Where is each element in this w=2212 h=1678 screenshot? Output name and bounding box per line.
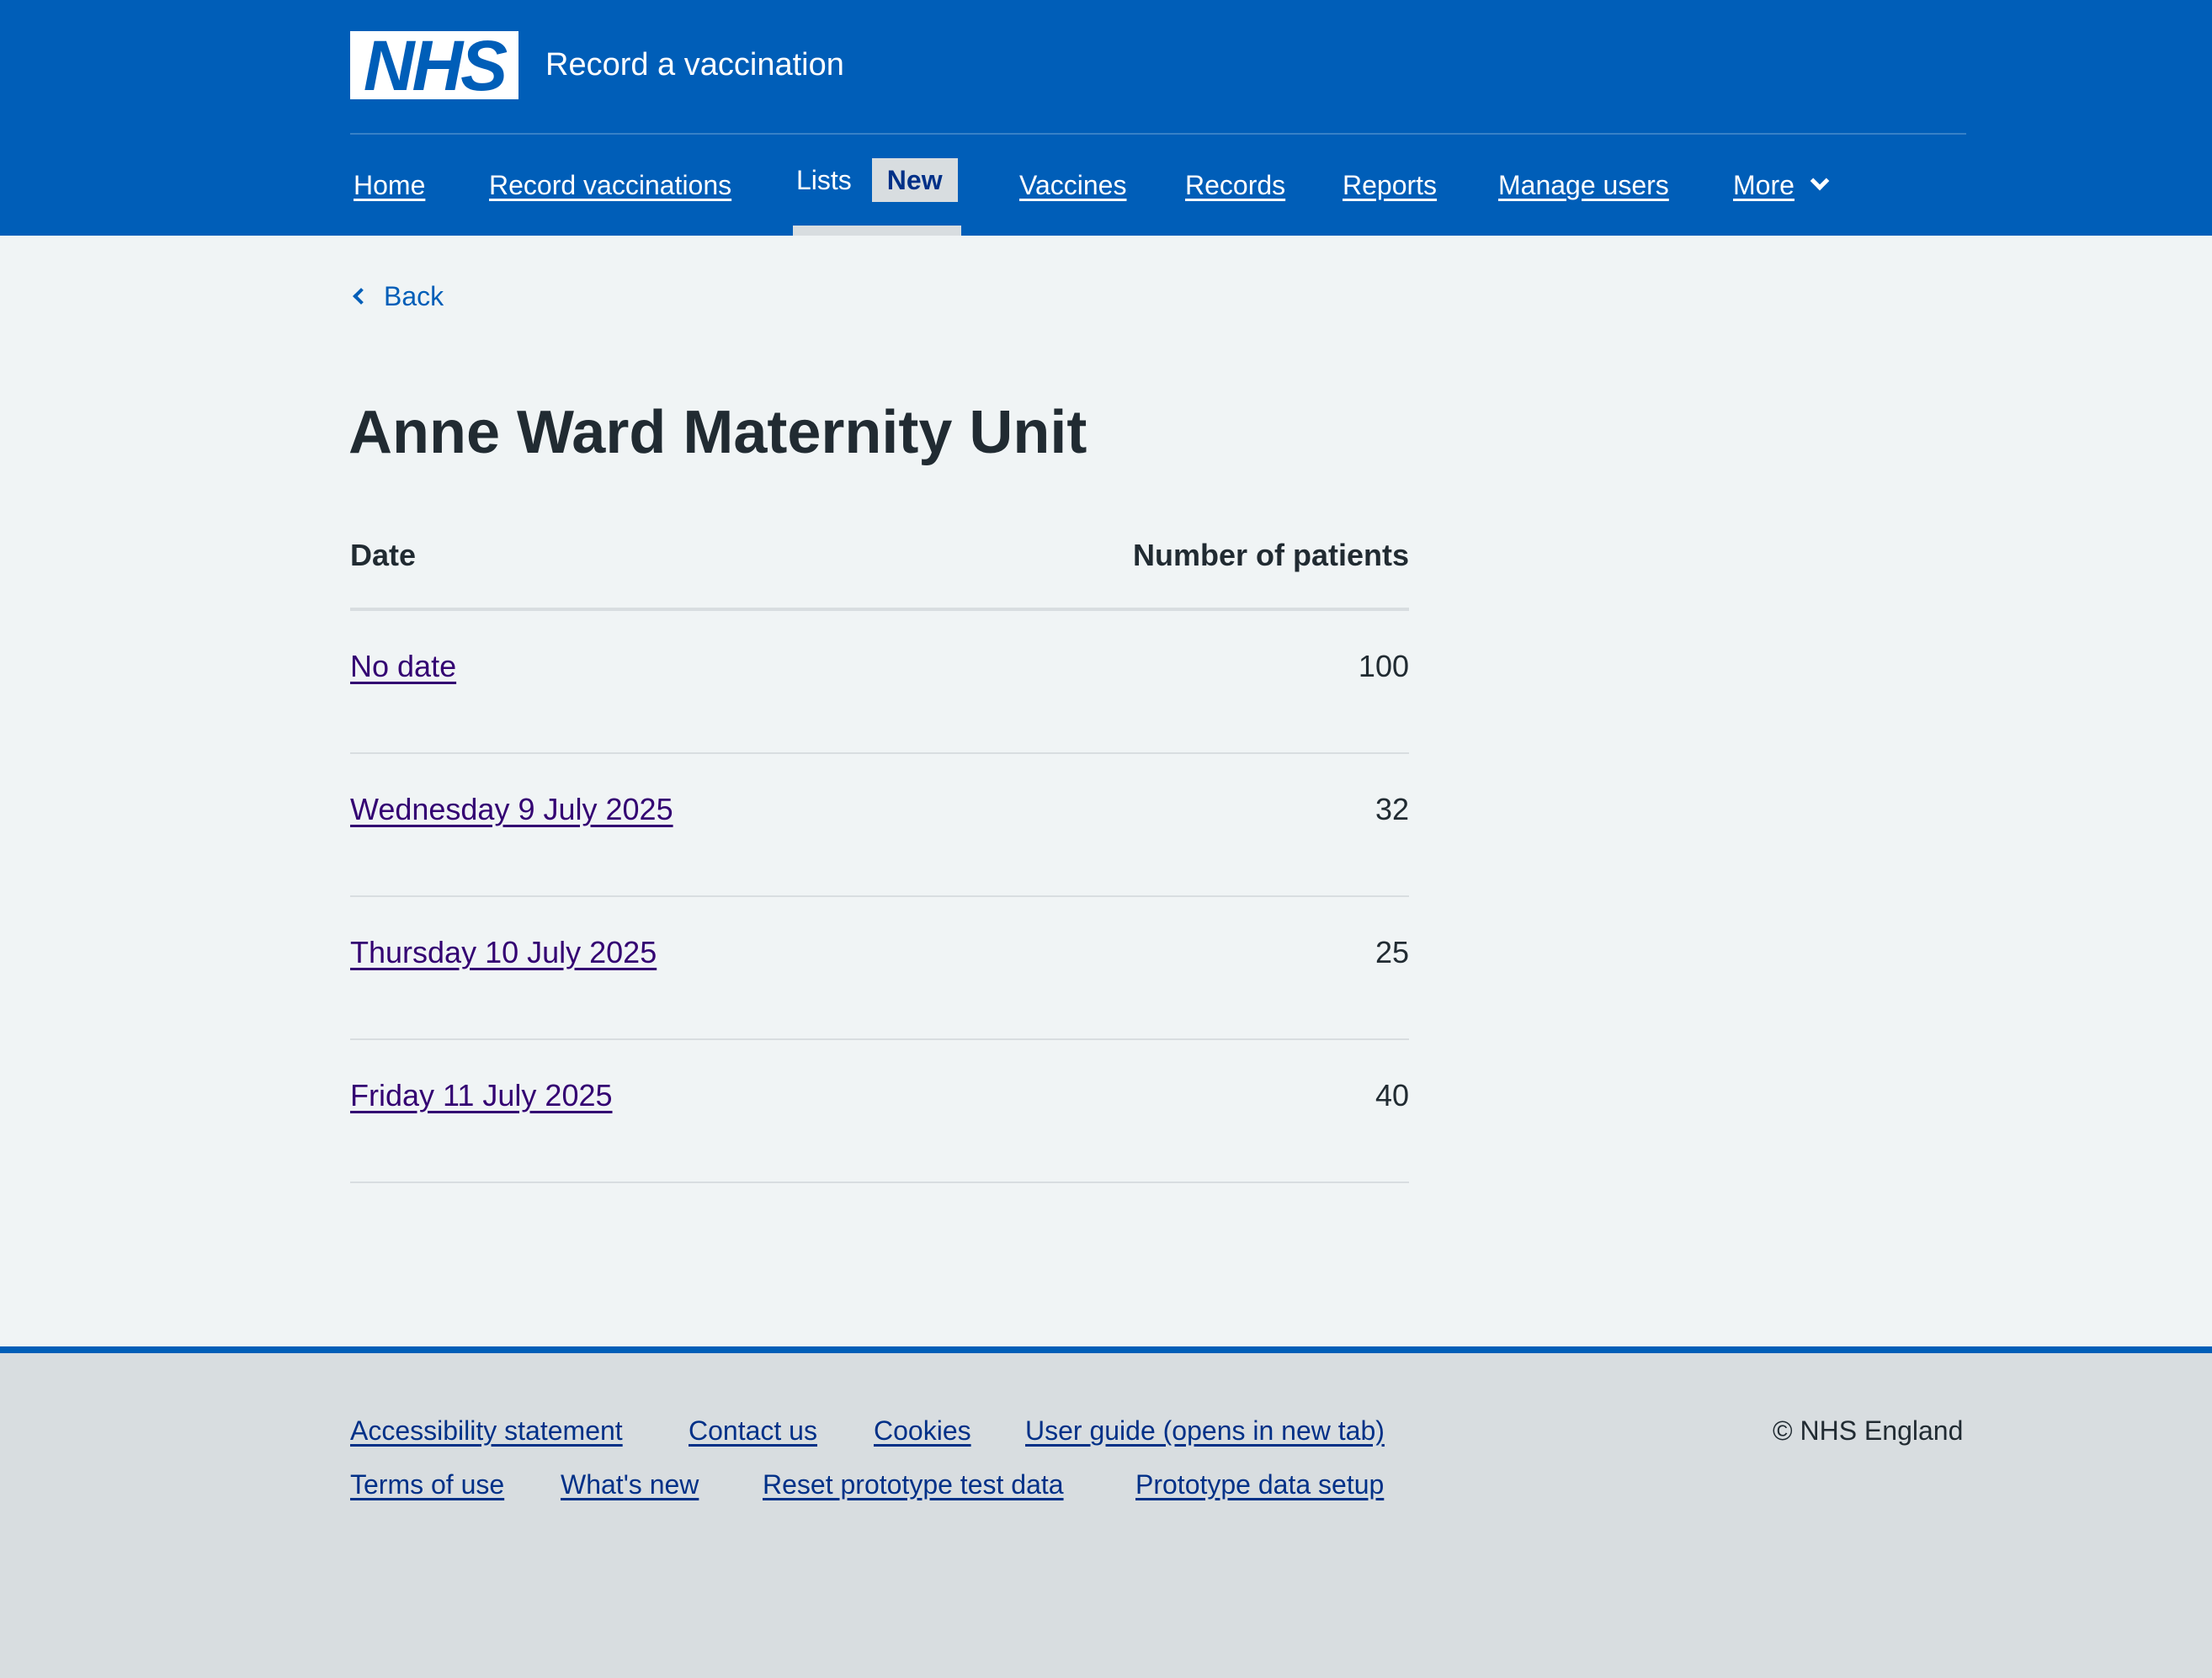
chevron-left-icon xyxy=(353,288,370,305)
footer-link-prototype-data-setup[interactable]: Prototype data setup xyxy=(1135,1466,1384,1503)
nhs-logo-text: NHS xyxy=(363,25,508,105)
patient-count: 25 xyxy=(1375,935,1409,969)
column-header-date: Date xyxy=(350,538,417,572)
copyright: © NHS England xyxy=(1773,1415,1964,1446)
site-header: NHS Record a vaccination Home Record vac… xyxy=(0,0,2212,236)
patient-count: 100 xyxy=(1358,649,1409,683)
nav-item-home[interactable]: Home xyxy=(354,165,425,205)
nav-active-indicator xyxy=(793,226,961,236)
nav-item-more[interactable]: More xyxy=(1733,165,1830,205)
nav-item-manage-users[interactable]: Manage users xyxy=(1498,165,1669,205)
footer-link-cookies[interactable]: Cookies xyxy=(874,1412,971,1449)
patient-count: 32 xyxy=(1375,792,1409,826)
footer-link-contact-us[interactable]: Contact us xyxy=(689,1412,817,1449)
nav-item-record-vaccinations[interactable]: Record vaccinations xyxy=(489,165,731,205)
new-tag: New xyxy=(871,157,958,202)
page-title: Anne Ward Maternity Unit xyxy=(348,399,1087,466)
footer-link-user-guide[interactable]: User guide (opens in new tab) xyxy=(1025,1412,1385,1449)
date-link[interactable]: Thursday 10 July 2025 xyxy=(350,931,657,974)
table-row: Thursday 10 July 2025 25 xyxy=(350,897,1409,1040)
table-header-row: Date Number of patients xyxy=(350,522,1409,611)
nav-item-reports[interactable]: Reports xyxy=(1343,165,1437,205)
back-link[interactable]: Back xyxy=(350,276,444,316)
footer-link-whats-new[interactable]: What's new xyxy=(561,1466,699,1503)
nav-item-lists[interactable]: Lists New xyxy=(796,157,958,204)
back-link-label: Back xyxy=(384,281,444,311)
table-row: Friday 11 July 2025 40 xyxy=(350,1040,1409,1183)
patient-count: 40 xyxy=(1375,1078,1409,1112)
date-link[interactable]: Wednesday 9 July 2025 xyxy=(350,788,673,831)
nav-item-vaccines[interactable]: Vaccines xyxy=(1019,165,1126,205)
nav-item-more-label: More xyxy=(1733,170,1795,200)
patient-lists-table: Date Number of patients No date 100 Wedn… xyxy=(350,522,1409,1183)
footer-link-reset-prototype-test-data[interactable]: Reset prototype test data xyxy=(763,1466,1064,1503)
nav-item-lists-label: Lists xyxy=(796,165,852,195)
column-header-number-of-patients: Number of patients xyxy=(1132,538,1409,572)
date-link[interactable]: Friday 11 July 2025 xyxy=(350,1074,613,1118)
table-row: Wednesday 9 July 2025 32 xyxy=(350,754,1409,897)
service-name-link[interactable]: Record a vaccination xyxy=(545,42,844,88)
footer-link-terms-of-use[interactable]: Terms of use xyxy=(350,1466,504,1503)
table-row: No date 100 xyxy=(350,611,1409,754)
chevron-down-icon xyxy=(1810,171,1830,191)
nhs-logo[interactable]: NHS xyxy=(350,25,518,105)
primary-navigation: Home Record vaccinations Lists New Vaccin… xyxy=(350,135,1966,236)
date-link[interactable]: No date xyxy=(350,645,456,688)
footer-link-accessibility-statement[interactable]: Accessibility statement xyxy=(350,1412,623,1449)
site-footer: Accessibility statement Contact us Cooki… xyxy=(0,1346,2212,1678)
nav-item-records[interactable]: Records xyxy=(1185,165,1285,205)
